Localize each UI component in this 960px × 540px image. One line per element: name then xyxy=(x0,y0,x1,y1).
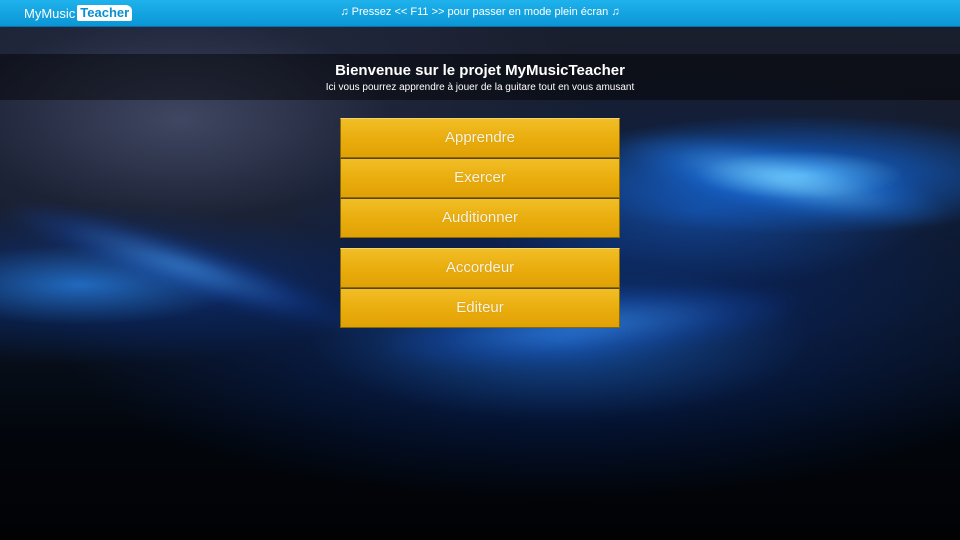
logo-text: MyMusic xyxy=(24,5,76,21)
page-title: Bienvenue sur le projet MyMusicTeacher xyxy=(335,62,625,79)
top-bar: ♫ Pressez << F11 >> pour passer en mode … xyxy=(0,0,960,27)
page-subtitle: Ici vous pourrez apprendre à jouer de la… xyxy=(325,82,635,93)
logo-badge: Teacher xyxy=(77,5,133,21)
exercer-button[interactable]: Exercer xyxy=(340,158,620,198)
app-logo[interactable]: MyMusic Teacher xyxy=(24,3,133,23)
main-menu: Apprendre Exercer Auditionner xyxy=(340,118,620,238)
apprendre-button[interactable]: Apprendre xyxy=(340,118,620,158)
auditionner-button[interactable]: Auditionner xyxy=(340,198,620,238)
accordeur-button[interactable]: Accordeur xyxy=(340,248,620,288)
editeur-button[interactable]: Editeur xyxy=(340,288,620,328)
tools-menu: Accordeur Editeur xyxy=(340,248,620,328)
fullscreen-notice: ♫ Pressez << F11 >> pour passer en mode … xyxy=(340,6,620,18)
